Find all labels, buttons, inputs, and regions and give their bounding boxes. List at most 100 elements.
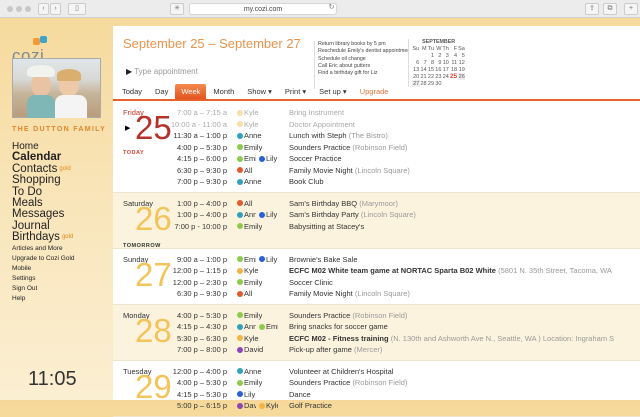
mini-calendar-day[interactable]: 24 (442, 73, 449, 80)
nav-item-mobile[interactable]: Mobile (12, 264, 75, 274)
tab-today[interactable]: Today (122, 87, 142, 96)
day-number[interactable]: 25 (135, 111, 172, 144)
mini-calendar-day[interactable]: 8 (427, 59, 434, 66)
mini-calendar-day[interactable]: 3 (442, 52, 449, 59)
clock: 11:05 (28, 368, 77, 390)
nav-item-label: Contacts (12, 162, 58, 175)
new-tab-button[interactable]: + (624, 3, 638, 15)
day-number[interactable]: 26 (135, 202, 172, 235)
todo-item[interactable]: Return library books by 5 pm (318, 41, 409, 48)
event-row[interactable]: 12:00 p – 1:15 p Kyle ECFC M02 White team … (113, 265, 640, 277)
type-appointment-input[interactable]: ▶ Type appointment (126, 67, 198, 76)
todo-item[interactable]: Find a birthday gift for Liz (318, 70, 409, 77)
tab-show[interactable]: Show ▾ (247, 87, 272, 96)
event-row[interactable]: 9:00 a – 1:00 pEmilyLilyBrownie's Bake S… (113, 254, 640, 266)
tab-month[interactable]: Month (213, 87, 234, 96)
mini-calendar-day[interactable]: 28 (420, 80, 427, 87)
extensions-icon[interactable]: ✳ (170, 3, 184, 15)
event-row[interactable]: 5:00 p – 6:15 p David Kyle Golf Practice (113, 400, 640, 412)
event-row[interactable]: 10:00 a - 11:00 a Kyle Doctor Appointment (113, 119, 640, 131)
person-color-dot (237, 402, 243, 409)
event-row[interactable]: 12:00 p – 2:30 p Emily Soccer Clinic (113, 277, 640, 289)
attendee-name: Emily (244, 254, 256, 264)
mini-calendar-day[interactable]: 9 (435, 59, 442, 66)
tab-day[interactable]: Day (155, 87, 168, 96)
mini-calendar-day[interactable]: 25 (449, 73, 457, 80)
forward-button[interactable]: › (50, 3, 61, 15)
tab-setup[interactable]: Set up ▾ (319, 87, 347, 96)
mini-calendar-day[interactable]: 13 (412, 66, 420, 73)
mini-calendar-day[interactable]: 29 (427, 80, 434, 87)
tab-print[interactable]: Print ▾ (285, 87, 306, 96)
nav-item-label: Help (12, 294, 26, 302)
mini-calendar-day[interactable]: 1 (427, 52, 434, 59)
nav-item-birthdays[interactable]: Birthdays gold (12, 232, 75, 244)
mini-calendar-day[interactable]: 23 (435, 73, 442, 80)
zoom-window-button[interactable] (25, 6, 31, 12)
event-row[interactable]: 4:00 p – 5:30 p Emily Sounders Practice (R… (113, 310, 640, 322)
mini-calendar-day[interactable]: 16 (435, 66, 442, 73)
nav-item-upgrade-to-cozi-gold[interactable]: Upgrade to Cozi Gold (12, 254, 75, 264)
event-row[interactable]: 4:00 p – 5:30 p Emily Sounders Practice (R… (113, 377, 640, 389)
mini-calendar-day[interactable]: 17 (442, 66, 449, 73)
day-number[interactable]: 28 (135, 314, 172, 347)
mini-calendar-day[interactable]: 6 (412, 59, 420, 66)
event-row[interactable]: 7:00 a – 7:15 a Kyle Bring Instrument (113, 107, 640, 119)
event-row[interactable]: 4:15 p – 5:30 p Lily Dance (113, 389, 640, 401)
event-row[interactable]: 4:15 p – 4:30 p Anne Emily Bring snacks for… (113, 321, 640, 333)
todo-item[interactable]: Reschedule Emily's dentist appointment (318, 48, 409, 55)
event-row[interactable]: 6:30 p – 9:30 p All Family Movie Night (Li… (113, 288, 640, 300)
tab-upgrade[interactable]: Upgrade (360, 87, 389, 96)
nav-item-sign-out[interactable]: Sign Out (12, 284, 75, 294)
event-row[interactable]: 7:00 p – 8:00 p David Pick-up after game (… (113, 344, 640, 356)
attendee-name: All (244, 289, 253, 298)
mini-calendar-day[interactable]: 30 (435, 80, 442, 87)
mini-calendar-day[interactable]: 7 (420, 59, 427, 66)
event-row[interactable]: 5:30 p – 6:30 p Kyle ECFC M02 - Fitness tr… (113, 333, 640, 345)
tab-week[interactable]: Week (175, 84, 207, 99)
todo-item[interactable]: Schedule oil change (318, 56, 409, 63)
mini-calendar-day[interactable]: 19 (458, 66, 466, 73)
close-window-button[interactable] (7, 6, 13, 12)
back-button[interactable]: ‹ (38, 3, 49, 15)
mini-calendar-day[interactable]: 12 (458, 59, 466, 66)
event-row[interactable]: 1:00 p – 4:00 p Anne Lily Sam's Birthday Pa… (113, 209, 640, 221)
mini-calendar-day[interactable]: 26 (457, 73, 466, 80)
event-row[interactable]: 4:15 p – 6:00 pEmilyLilySoccer Practice (113, 153, 640, 165)
mini-calendar-day[interactable]: 22 (427, 73, 434, 80)
person-color-dot (237, 312, 243, 319)
attendee-name: Anne (244, 131, 262, 140)
event-attendees: Anne Lily (237, 209, 289, 221)
mini-calendar-day[interactable]: 10 (442, 59, 449, 66)
share-icon[interactable]: ⇪ (585, 3, 599, 15)
mini-calendar-day[interactable]: 15 (427, 66, 434, 73)
event-row[interactable]: 11:30 a – 1:00 p Anne Lunch with Steph (Th… (113, 130, 640, 142)
mini-calendar-day[interactable]: 20 (412, 73, 420, 80)
reload-icon[interactable]: ↻ (327, 3, 336, 15)
event-row[interactable]: 7:00 p - 10:00 p Emily Babysitting at Stac… (113, 221, 640, 233)
event-row[interactable]: 1:00 p – 4:00 p All Sam's Birthday BBQ (Ma… (113, 198, 640, 210)
family-photo[interactable] (12, 58, 101, 118)
address-bar[interactable]: my.cozi.com (189, 3, 337, 15)
minimize-window-button[interactable] (16, 6, 22, 12)
day-number[interactable]: 27 (135, 258, 172, 291)
mini-calendar-day[interactable]: 11 (449, 59, 457, 66)
mini-calendar-day[interactable]: 21 (420, 73, 427, 80)
tabs-icon[interactable]: ⧉ (603, 3, 617, 15)
mini-calendar-day[interactable]: 18 (449, 66, 457, 73)
sidebar-toggle-icon[interactable]: ▯ (68, 3, 86, 15)
day-number[interactable]: 29 (135, 370, 172, 403)
nav-item-help[interactable]: Help (12, 294, 75, 304)
event-row[interactable]: 4:00 p – 5:30 p Emily Sounders Practice (R… (113, 142, 640, 154)
mini-calendar-day[interactable]: 14 (420, 66, 427, 73)
mini-calendar-day[interactable]: 5 (458, 52, 466, 59)
event-row[interactable]: 6:30 p – 9:30 p All Family Movie Night (Li… (113, 165, 640, 177)
mini-calendar-day[interactable]: 4 (449, 52, 457, 59)
nav-item-settings[interactable]: Settings (12, 274, 75, 284)
mini-calendar-day[interactable]: 27 (412, 80, 420, 87)
nav-item-articles-and-more[interactable]: Articles and More (12, 244, 75, 254)
todo-item[interactable]: Call Eric about gutters (318, 63, 409, 70)
event-row[interactable]: 12:00 p – 4:00 p Anne Volunteer at Childre… (113, 366, 640, 378)
mini-calendar-day[interactable]: 2 (435, 52, 442, 59)
event-row[interactable]: 7:00 p – 9:30 p Anne Book Club (113, 176, 640, 188)
